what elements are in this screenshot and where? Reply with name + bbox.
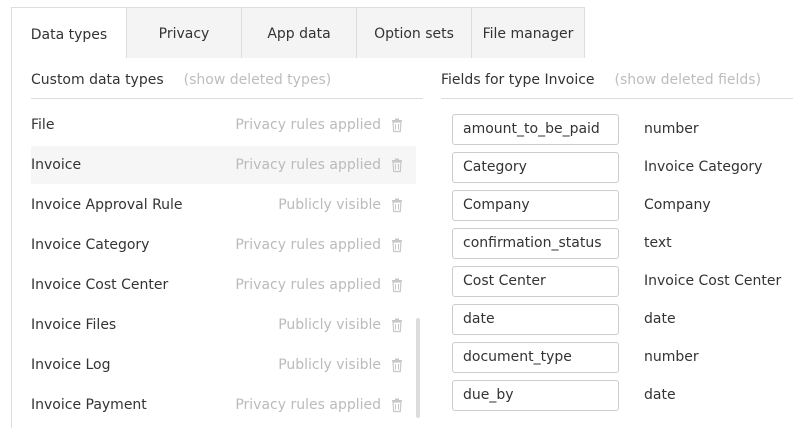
field-row: document_type number [452,342,792,373]
trash-icon[interactable] [389,197,405,213]
field-row: Company Company [452,190,792,221]
field-row: date date [452,304,792,335]
data-type-row[interactable]: Invoice Payment Privacy rules applied [31,386,416,424]
privacy-status: Publicly visible [278,357,381,373]
tab-file-manager[interactable]: File manager [472,8,584,59]
tab-app-data[interactable]: App data [242,8,357,59]
field-type: date [644,387,676,403]
data-type-name: File [31,117,55,133]
field-type: number [644,349,699,365]
privacy-status: Publicly visible [278,317,381,333]
data-type-row[interactable]: Invoice Approval Rule Publicly visible [31,186,416,224]
trash-icon[interactable] [389,357,405,373]
section-title: Custom data types [31,72,164,88]
trash-icon[interactable] [389,317,405,333]
field-row: amount_to_be_paid number [452,114,792,145]
tab-label: App data [267,25,331,42]
data-type-row[interactable]: Invoice Category Privacy rules applied [31,226,416,264]
data-type-name: Invoice Files [31,317,117,333]
field-name-input[interactable]: confirmation_status [452,228,619,259]
field-name-input[interactable]: Category [452,152,619,183]
show-deleted-types-link[interactable]: (show deleted types) [184,72,332,88]
field-name-input[interactable]: Company [452,190,619,221]
privacy-status: Privacy rules applied [235,237,381,253]
data-type-name: Invoice [31,157,82,173]
divider [441,98,793,99]
field-row: Category Invoice Category [452,152,792,183]
privacy-status: Publicly visible [278,197,381,213]
data-type-row[interactable]: Invoice Files Publicly visible [31,306,416,344]
trash-icon[interactable] [389,277,405,293]
field-name-input[interactable]: due_by [452,380,619,411]
trash-icon[interactable] [389,157,405,173]
trash-icon[interactable] [389,237,405,253]
fields-header: Fields for type Invoice (show deleted fi… [441,72,761,88]
data-type-row[interactable]: Invoice Log Publicly visible [31,346,416,384]
tab-label: Option sets [374,25,454,42]
privacy-status: Privacy rules applied [235,277,381,293]
field-type: Invoice Cost Center [644,273,782,289]
field-name-input[interactable]: amount_to_be_paid [452,114,619,145]
custom-data-types-header: Custom data types (show deleted types) [31,72,331,88]
data-type-name: Invoice Payment [31,397,147,413]
tab-data-types[interactable]: Data types [12,8,127,61]
field-name-input[interactable]: Cost Center [452,266,619,297]
data-type-name: Invoice Log [31,357,111,373]
show-deleted-fields-link[interactable]: (show deleted fields) [615,72,762,88]
privacy-status: Privacy rules applied [235,117,381,133]
field-row: due_by date [452,380,792,411]
tab-privacy[interactable]: Privacy [127,8,242,59]
field-name-input[interactable]: document_type [452,342,619,373]
privacy-status: Privacy rules applied [235,397,381,413]
trash-icon[interactable] [389,397,405,413]
field-name-input[interactable]: date [452,304,619,335]
field-type: Company [644,197,711,213]
field-type: number [644,121,699,137]
section-title: Fields for type Invoice [441,72,595,88]
data-type-name: Invoice Cost Center [31,277,169,293]
tab-label: File manager [482,25,574,42]
data-type-row[interactable]: Invoice Cost Center Privacy rules applied [31,266,416,304]
data-type-row[interactable]: File Privacy rules applied [31,106,416,144]
field-type: text [644,235,672,251]
data-type-name: Invoice Category [31,237,150,253]
data-type-name: Invoice Approval Rule [31,197,183,213]
field-row: confirmation_status text [452,228,792,259]
field-type: Invoice Category [644,159,763,175]
divider [31,98,423,99]
tab-bar: Data types Privacy App data Option sets … [11,7,585,61]
data-type-row[interactable]: Invoice Privacy rules applied [31,146,416,184]
tab-label: Privacy [158,25,210,42]
field-row: Cost Center Invoice Cost Center [452,266,792,297]
tab-label: Data types [30,26,108,43]
trash-icon[interactable] [389,117,405,133]
scrollbar-thumb[interactable] [416,318,420,418]
privacy-status: Privacy rules applied [235,157,381,173]
tab-option-sets[interactable]: Option sets [357,8,472,59]
field-type: date [644,311,676,327]
